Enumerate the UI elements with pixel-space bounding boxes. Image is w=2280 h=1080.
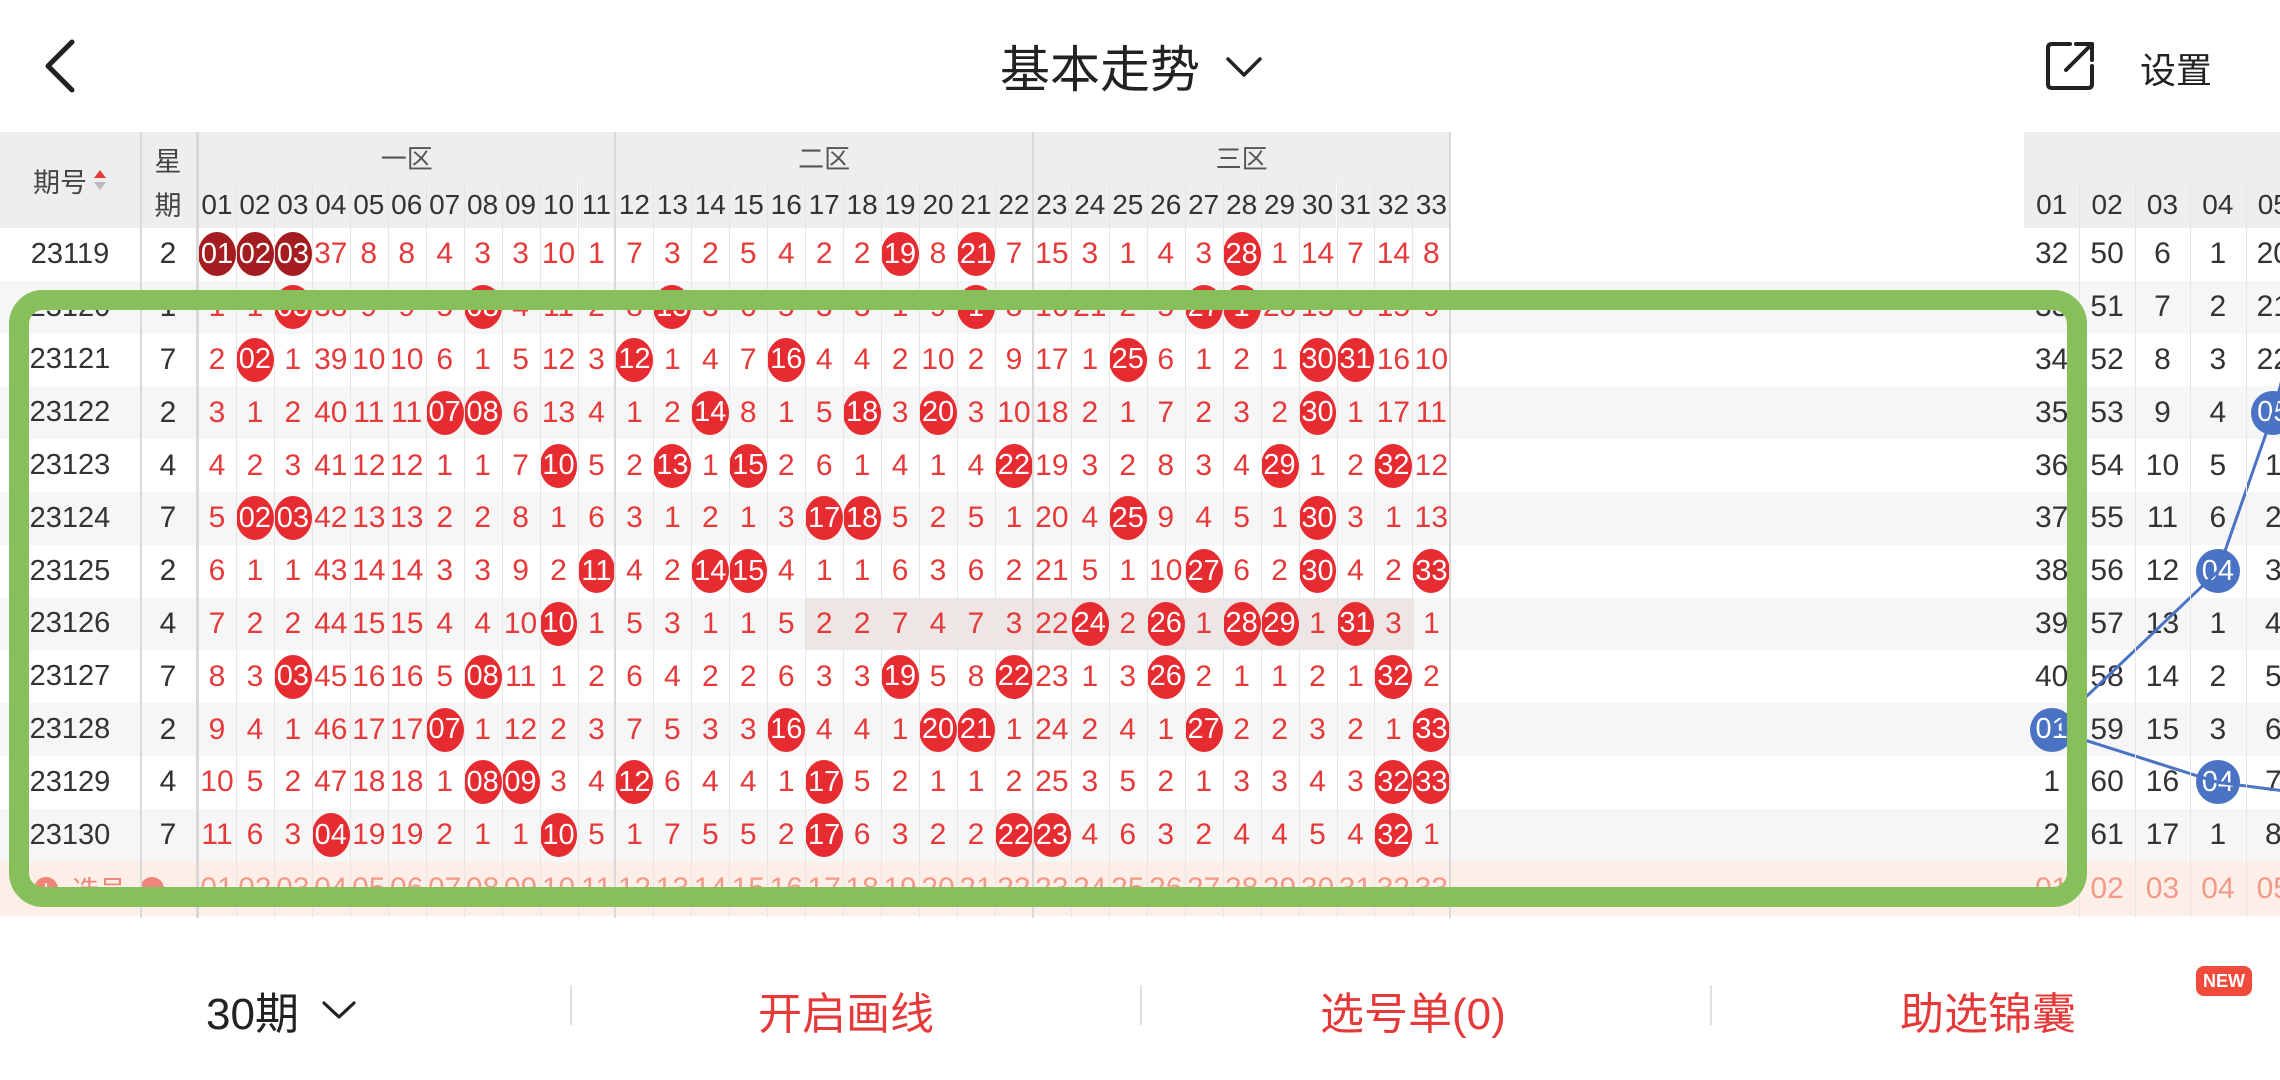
- blue-trend-segment: [2271, 381, 2280, 414]
- grid-line: [2245, 182, 2247, 918]
- period-selector[interactable]: 30期: [206, 975, 359, 1045]
- back-arrow-icon[interactable]: [38, 36, 88, 96]
- assist-button[interactable]: 助选锦囊: [1900, 975, 2076, 1045]
- period-label: 30期: [206, 990, 299, 1039]
- chevron-down-icon: [322, 1001, 356, 1019]
- divider: [570, 985, 572, 1025]
- grid-line: [2190, 182, 2192, 918]
- blue-trend-segment: [2217, 780, 2280, 792]
- chart-type-selector[interactable]: 基本走势: [1000, 28, 1266, 104]
- selection-list-button[interactable]: 选号单(0): [1320, 975, 1506, 1045]
- share-icon[interactable]: [2040, 36, 2100, 96]
- bottom-toolbar: 30期 开启画线 选号单(0) 助选锦囊 NEW: [0, 920, 2280, 1080]
- new-badge: NEW: [2196, 966, 2252, 996]
- divider: [1140, 985, 1142, 1025]
- highlight-frame: [9, 290, 2087, 907]
- draw-line-button[interactable]: 开启画线: [758, 975, 934, 1045]
- page-title: 基本走势: [1000, 42, 1200, 98]
- grid-line: [2134, 182, 2136, 918]
- top-bar: 基本走势 设置: [0, 0, 2280, 132]
- chevron-down-icon: [1226, 57, 1262, 77]
- divider: [1710, 985, 1712, 1025]
- settings-button[interactable]: 设置: [2140, 42, 2212, 94]
